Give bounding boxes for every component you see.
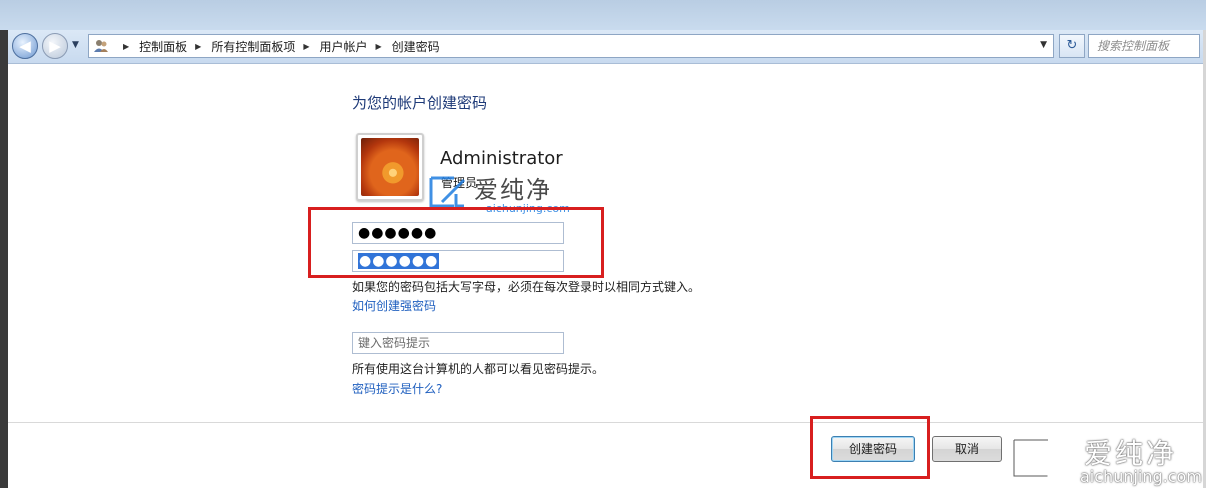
- watermark-logo-icon: [1011, 437, 1064, 479]
- hint-note: 所有使用这台计算机的人都可以看见密码提示。: [352, 362, 605, 376]
- window-left-edge: [0, 30, 8, 488]
- navigation-toolbar: ◀ ▶ ▼ ▶ 控制面板 ▶ 所有控制面板项 ▶ 用户帐户 ▶ 创建密码 ▼ ↻: [8, 30, 1203, 64]
- new-password-field[interactable]: ●●●●●●: [352, 222, 564, 244]
- refresh-icon: ↻: [1066, 38, 1078, 53]
- forward-arrow-icon: ▶: [49, 37, 61, 55]
- cancel-button[interactable]: 取消: [932, 436, 1002, 462]
- watermark-corner: 爱纯净 aichunjing.com: [1006, 430, 1206, 488]
- new-password-value: ●●●●●●: [358, 225, 438, 241]
- breadcrumb-all-items[interactable]: 所有控制面板项: [211, 38, 295, 55]
- chevron-right-icon[interactable]: ▶: [123, 42, 129, 51]
- breadcrumb: ▶ 控制面板 ▶ 所有控制面板项 ▶ 用户帐户 ▶ 创建密码: [115, 35, 440, 57]
- breadcrumb-control-panel[interactable]: 控制面板: [139, 38, 187, 55]
- watermark-domain: aichunjing.com: [1080, 467, 1202, 486]
- account-name: Administrator: [440, 148, 563, 169]
- window-titlebar: [0, 0, 1206, 30]
- watermark-brand: 爱纯净: [1084, 437, 1178, 470]
- page-title: 为您的帐户创建密码: [352, 94, 488, 112]
- address-bar[interactable]: ▶ 控制面板 ▶ 所有控制面板项 ▶ 用户帐户 ▶ 创建密码 ▼: [88, 34, 1054, 58]
- avatar: [356, 133, 424, 201]
- forward-button[interactable]: ▶: [42, 33, 68, 59]
- watermark-brand: 爱纯净: [474, 176, 552, 204]
- users-icon: [93, 38, 109, 54]
- chevron-right-icon[interactable]: ▶: [376, 42, 382, 51]
- confirm-password-field[interactable]: ●●●●●●: [352, 250, 564, 272]
- back-arrow-icon: ◀: [19, 37, 31, 55]
- hint-help-link[interactable]: 密码提示是什么?: [352, 380, 442, 397]
- breadcrumb-user-accounts[interactable]: 用户帐户: [320, 38, 368, 55]
- footer-divider: [8, 422, 1203, 423]
- refresh-button[interactable]: ↻: [1059, 34, 1085, 58]
- strong-password-link[interactable]: 如何创建强密码: [352, 297, 436, 314]
- create-password-button[interactable]: 创建密码: [831, 436, 915, 462]
- password-hint-box[interactable]: [352, 332, 564, 354]
- caps-note: 如果您的密码包括大写字母，必须在每次登录时以相同方式键入。: [352, 280, 701, 294]
- chevron-right-icon[interactable]: ▶: [195, 42, 201, 51]
- password-hint-input[interactable]: [353, 333, 563, 353]
- back-button[interactable]: ◀: [12, 33, 38, 59]
- breadcrumb-create-password[interactable]: 创建密码: [392, 38, 440, 55]
- chevron-right-icon[interactable]: ▶: [303, 42, 309, 51]
- flower-picture: [361, 138, 419, 196]
- address-dropdown-icon[interactable]: ▼: [1040, 40, 1047, 50]
- recent-pages-dropdown-icon[interactable]: ▼: [72, 40, 79, 50]
- confirm-password-value: ●●●●●●: [358, 253, 440, 269]
- search-input[interactable]: [1089, 35, 1199, 57]
- search-box[interactable]: [1088, 34, 1200, 58]
- watermark-logo-icon: [429, 176, 466, 208]
